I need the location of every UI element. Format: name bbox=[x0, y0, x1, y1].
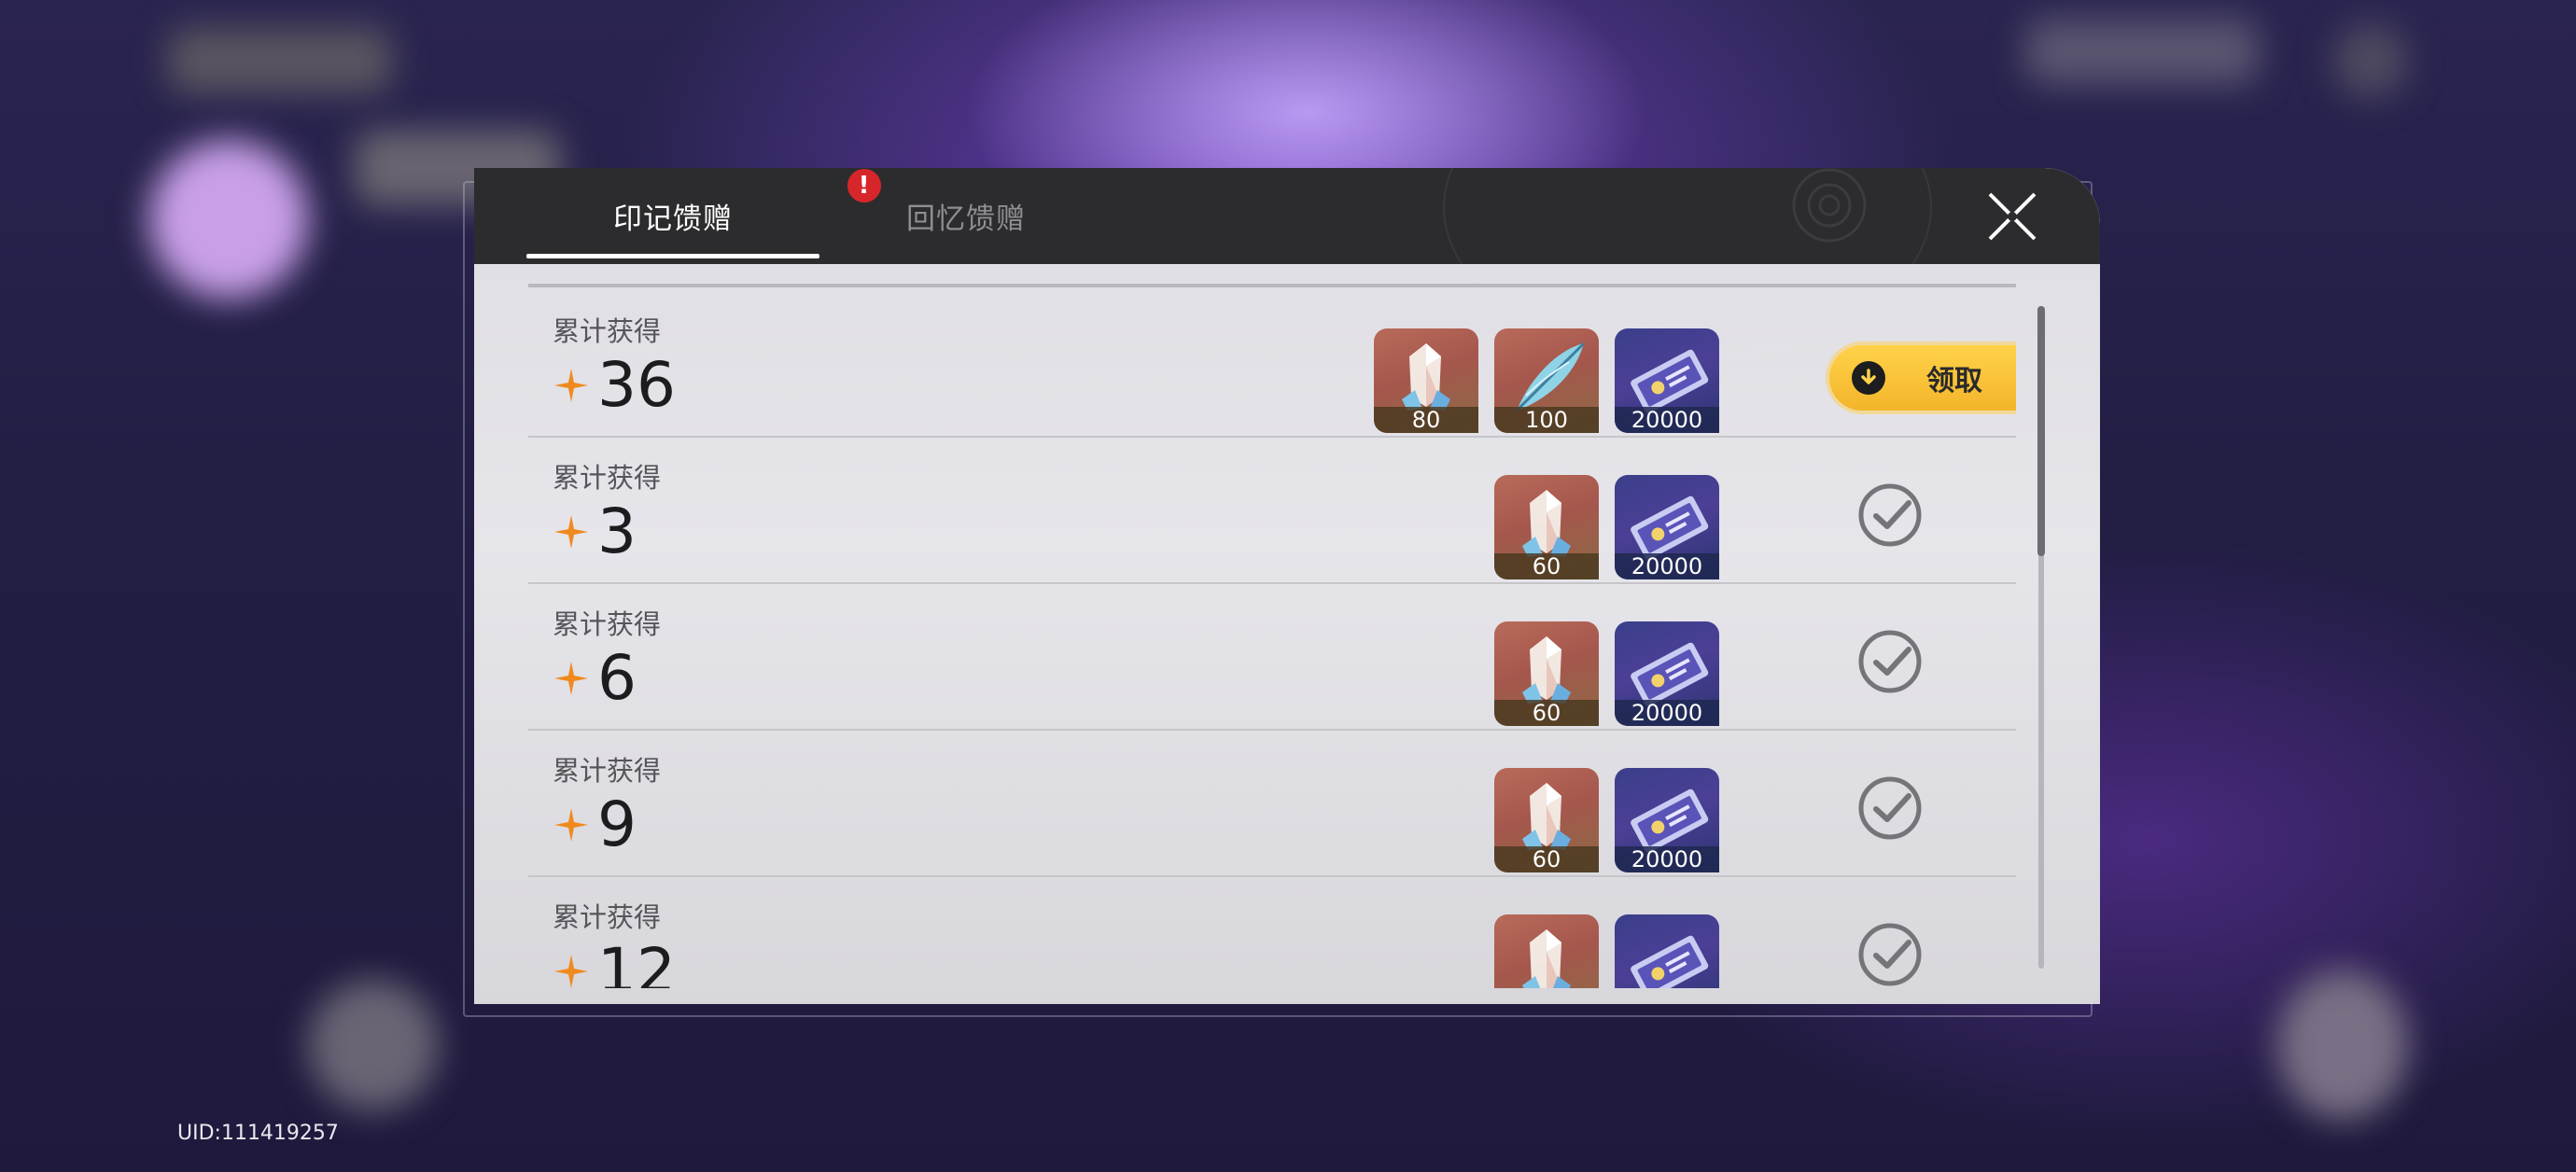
claimed-check-icon bbox=[1858, 483, 1922, 547]
tab-memory-gifts[interactable]: 回忆馈赠 bbox=[819, 168, 1113, 264]
download-arrow-icon bbox=[1852, 361, 1885, 395]
bg-blur bbox=[2025, 19, 2259, 84]
row-label: 累计获得 bbox=[553, 462, 662, 494]
reward-item[interactable]: 80 bbox=[1374, 328, 1478, 433]
claimed-check-icon bbox=[1858, 776, 1922, 840]
uid-label: UID:111419257 bbox=[177, 1122, 339, 1145]
scrollbar-thumb[interactable] bbox=[2037, 306, 2045, 556]
item-quantity: 60 bbox=[1494, 700, 1599, 726]
item-quantity: 60 bbox=[1494, 553, 1599, 579]
item-quantity: 20000 bbox=[1615, 700, 1719, 726]
row-count: 9 bbox=[553, 794, 637, 856]
count-value: 6 bbox=[597, 642, 637, 714]
count-value: 36 bbox=[597, 349, 676, 421]
close-icon[interactable] bbox=[1984, 188, 2040, 244]
claim-button[interactable]: 领取 bbox=[1829, 345, 2016, 411]
star-icon bbox=[554, 808, 588, 842]
row-label: 累计获得 bbox=[553, 315, 662, 347]
reward-row: 累计获得 12 60 20000 bbox=[528, 875, 2016, 988]
reward-row: 累计获得 3 60 20000 bbox=[528, 436, 2016, 584]
bg-blur bbox=[149, 140, 308, 299]
reward-item[interactable]: 20000 bbox=[1615, 768, 1719, 872]
count-value: 9 bbox=[597, 788, 637, 860]
reward-item[interactable]: 20000 bbox=[1615, 475, 1719, 579]
count-value: 12 bbox=[597, 935, 676, 989]
item-quantity: 20000 bbox=[1615, 553, 1719, 579]
tab-label: 印记馈赠 bbox=[613, 202, 733, 236]
tab-label: 回忆馈赠 bbox=[906, 202, 1026, 236]
row-label: 累计获得 bbox=[553, 608, 662, 640]
reward-item[interactable]: 20000 bbox=[1615, 328, 1719, 433]
row-count: 3 bbox=[553, 501, 637, 563]
item-quantity: 60 bbox=[1494, 846, 1599, 872]
reward-item[interactable]: 60 bbox=[1494, 914, 1599, 988]
dialog-header: 印记馈赠 ! 回忆馈赠 bbox=[474, 168, 2100, 358]
row-count: 36 bbox=[553, 355, 676, 416]
claim-button-label: 领取 bbox=[1926, 365, 1982, 398]
reward-item[interactable]: 60 bbox=[1494, 768, 1599, 872]
row-label: 累计获得 bbox=[553, 755, 662, 787]
row-label: 累计获得 bbox=[553, 901, 662, 933]
reward-item[interactable]: 20000 bbox=[1615, 914, 1719, 988]
reward-item[interactable]: 60 bbox=[1494, 475, 1599, 579]
item-quantity: 100 bbox=[1494, 407, 1599, 433]
item-quantity: 20000 bbox=[1615, 846, 1719, 872]
claimed-check-icon bbox=[1858, 923, 1922, 986]
star-icon bbox=[554, 662, 588, 695]
bg-blur bbox=[2277, 970, 2408, 1120]
reward-row: 累计获得 36 80 100 20000 领取 bbox=[528, 289, 2016, 438]
reward-row: 累计获得 6 60 20000 bbox=[528, 582, 2016, 731]
reward-item[interactable]: 100 bbox=[1494, 328, 1599, 433]
item-quantity: 20000 bbox=[1615, 407, 1719, 433]
header-decoration bbox=[1792, 168, 1867, 243]
bg-blur bbox=[168, 28, 392, 93]
tab-mark-gifts[interactable]: 印记馈赠 ! bbox=[526, 168, 884, 264]
count-value: 3 bbox=[597, 495, 637, 567]
claimed-check-icon bbox=[1858, 630, 1922, 693]
reward-list[interactable]: 累计获得 36 80 100 20000 领取 累计获得 3 60 20000 … bbox=[528, 284, 2016, 988]
item-quantity: 80 bbox=[1374, 407, 1478, 433]
star-icon bbox=[554, 955, 588, 988]
row-count: 6 bbox=[553, 648, 637, 709]
star-icon bbox=[554, 369, 588, 402]
rewards-dialog: 印记馈赠 ! 回忆馈赠 累计获得 36 80 100 20000 领取 累计获得… bbox=[474, 168, 2100, 1004]
reward-row: 累计获得 9 60 20000 bbox=[528, 729, 2016, 877]
divider bbox=[528, 284, 2016, 287]
reward-item[interactable]: 20000 bbox=[1615, 621, 1719, 726]
row-count: 12 bbox=[553, 941, 676, 988]
bg-blur bbox=[2333, 23, 2408, 98]
reward-item[interactable]: 60 bbox=[1494, 621, 1599, 726]
star-icon bbox=[554, 515, 588, 549]
bg-blur bbox=[308, 980, 439, 1110]
